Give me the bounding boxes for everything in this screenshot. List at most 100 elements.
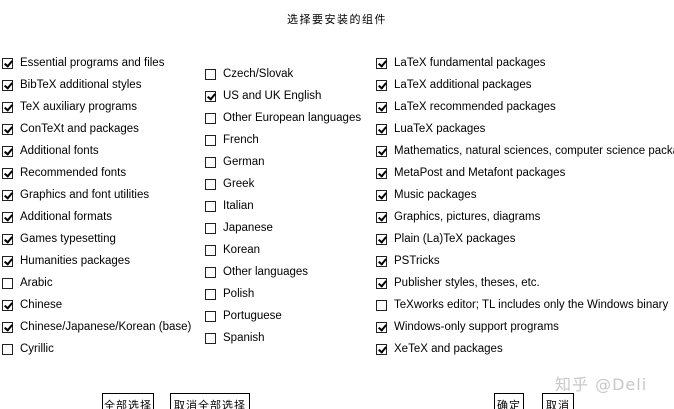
unchecked-checkbox[interactable]: [205, 134, 216, 146]
checked-checkbox[interactable]: [2, 79, 13, 91]
component-option-label: Spanish: [223, 332, 265, 344]
checked-checkbox[interactable]: [376, 211, 387, 223]
checked-checkbox[interactable]: [2, 255, 13, 267]
checked-checkbox[interactable]: [376, 57, 387, 69]
checked-checkbox[interactable]: [2, 211, 13, 223]
component-option-label: TeX auxiliary programs: [20, 101, 137, 113]
checked-checkbox[interactable]: [376, 255, 387, 267]
checked-checkbox[interactable]: [376, 343, 387, 355]
unchecked-checkbox[interactable]: [205, 222, 216, 234]
checked-checkbox[interactable]: [2, 57, 13, 69]
checked-checkbox[interactable]: [376, 123, 387, 135]
component-option[interactable]: TeXworks editor; TL includes only the Wi…: [376, 297, 668, 313]
unchecked-checkbox[interactable]: [205, 266, 216, 278]
component-option-label: French: [223, 134, 259, 146]
checked-checkbox[interactable]: [2, 167, 13, 179]
unchecked-checkbox[interactable]: [205, 178, 216, 190]
component-option[interactable]: Plain (La)TeX packages: [376, 231, 515, 247]
checked-checkbox[interactable]: [2, 299, 13, 311]
checked-checkbox[interactable]: [2, 123, 13, 135]
unchecked-checkbox[interactable]: [376, 299, 387, 311]
checked-checkbox[interactable]: [2, 233, 13, 245]
component-option[interactable]: Other European languages: [205, 110, 361, 126]
component-option[interactable]: Games typesetting: [2, 231, 116, 247]
component-option[interactable]: Windows-only support programs: [376, 319, 559, 335]
component-option[interactable]: XeTeX and packages: [376, 341, 503, 357]
component-option[interactable]: Essential programs and files: [2, 55, 164, 71]
component-option[interactable]: Korean: [205, 242, 260, 258]
component-option[interactable]: Chinese/Japanese/Korean (base): [2, 319, 191, 335]
component-option[interactable]: Publisher styles, theses, etc.: [376, 275, 540, 291]
checked-checkbox[interactable]: [205, 90, 216, 102]
component-option[interactable]: US and UK English: [205, 88, 321, 104]
component-option[interactable]: BibTeX additional styles: [2, 77, 141, 93]
component-option[interactable]: Spanish: [205, 330, 265, 346]
checked-checkbox[interactable]: [2, 189, 13, 201]
checked-checkbox[interactable]: [2, 101, 13, 113]
component-option[interactable]: ConTeXt and packages: [2, 121, 139, 137]
component-option[interactable]: MetaPost and Metafont packages: [376, 165, 565, 181]
component-option-label: Cyrillic: [20, 343, 54, 355]
component-option-label: Windows-only support programs: [394, 321, 559, 333]
select-all-button[interactable]: 全部选择: [102, 393, 154, 409]
checked-checkbox[interactable]: [376, 277, 387, 289]
unchecked-checkbox[interactable]: [205, 244, 216, 256]
deselect-all-button[interactable]: 取消全部选择: [170, 393, 250, 409]
unchecked-checkbox[interactable]: [205, 200, 216, 212]
checked-checkbox[interactable]: [376, 233, 387, 245]
component-option[interactable]: Humanities packages: [2, 253, 130, 269]
component-option[interactable]: French: [205, 132, 259, 148]
unchecked-checkbox[interactable]: [205, 112, 216, 124]
component-option-label: Chinese/Japanese/Korean (base): [20, 321, 192, 333]
component-option[interactable]: Mathematics, natural sciences, computer …: [376, 143, 674, 159]
component-option[interactable]: LaTeX additional packages: [376, 77, 531, 93]
unchecked-checkbox[interactable]: [205, 310, 216, 322]
component-option[interactable]: Chinese: [2, 297, 62, 313]
component-option[interactable]: Polish: [205, 286, 254, 302]
unchecked-checkbox[interactable]: [205, 68, 216, 80]
component-option-label: Recommended fonts: [20, 167, 127, 179]
unchecked-checkbox[interactable]: [205, 288, 216, 300]
component-option[interactable]: Italian: [205, 198, 254, 214]
component-option[interactable]: Portuguese: [205, 308, 282, 324]
component-option[interactable]: Czech/Slovak: [205, 66, 293, 82]
component-option-label: Polish: [223, 288, 255, 300]
unchecked-checkbox[interactable]: [2, 277, 13, 289]
checked-checkbox[interactable]: [376, 321, 387, 333]
component-option[interactable]: Japanese: [205, 220, 273, 236]
ok-button[interactable]: 确定: [494, 393, 524, 409]
unchecked-checkbox[interactable]: [205, 332, 216, 344]
component-option[interactable]: Recommended fonts: [2, 165, 126, 181]
component-option[interactable]: Music packages: [376, 187, 476, 203]
component-option[interactable]: TeX auxiliary programs: [2, 99, 137, 115]
component-option-label: Graphics and font utilities: [20, 189, 150, 201]
component-option[interactable]: Additional fonts: [2, 143, 99, 159]
cancel-button[interactable]: 取消: [542, 393, 574, 409]
checked-checkbox[interactable]: [376, 79, 387, 91]
checked-checkbox[interactable]: [376, 167, 387, 179]
component-option[interactable]: Additional formats: [2, 209, 112, 225]
component-option[interactable]: PSTricks: [376, 253, 440, 269]
component-option[interactable]: Graphics, pictures, diagrams: [376, 209, 540, 225]
checked-checkbox[interactable]: [376, 145, 387, 157]
unchecked-checkbox[interactable]: [205, 156, 216, 168]
checked-checkbox[interactable]: [2, 145, 13, 157]
component-option-label: Korean: [223, 244, 261, 256]
component-option-label: Additional fonts: [20, 145, 99, 157]
component-option[interactable]: Graphics and font utilities: [2, 187, 149, 203]
component-option[interactable]: Arabic: [2, 275, 53, 291]
checked-checkbox[interactable]: [2, 321, 13, 333]
component-option[interactable]: LaTeX fundamental packages: [376, 55, 546, 71]
component-option[interactable]: Cyrillic: [2, 341, 54, 357]
component-option-label: LaTeX recommended packages: [394, 101, 556, 113]
component-option[interactable]: German: [205, 154, 265, 170]
component-option-label: MetaPost and Metafont packages: [394, 167, 566, 179]
unchecked-checkbox[interactable]: [2, 343, 13, 355]
component-option[interactable]: Greek: [205, 176, 254, 192]
checked-checkbox[interactable]: [376, 189, 387, 201]
component-option[interactable]: LuaTeX packages: [376, 121, 485, 137]
component-option-label: Arabic: [20, 277, 53, 289]
component-option[interactable]: LaTeX recommended packages: [376, 99, 556, 115]
component-option[interactable]: Other languages: [205, 264, 308, 280]
checked-checkbox[interactable]: [376, 101, 387, 113]
